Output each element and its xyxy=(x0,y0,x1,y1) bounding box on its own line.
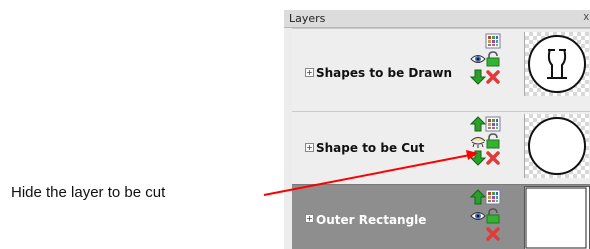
eye-icon[interactable] xyxy=(470,208,486,224)
wine-glasses-shape xyxy=(528,35,586,93)
layer-row-shape-to-be-cut[interactable]: + Shape to be Cut xyxy=(292,111,590,184)
annotation-text: Hide the layer to be cut xyxy=(11,184,166,201)
move-down-icon[interactable] xyxy=(470,150,486,166)
panel-title: Layers xyxy=(289,12,326,25)
color-grid-icon[interactable] xyxy=(485,33,501,49)
delete-icon[interactable] xyxy=(485,150,501,166)
panel-titlebar: Layers x xyxy=(284,10,590,28)
layer-name: Outer Rectangle xyxy=(316,213,427,227)
lock-icon[interactable] xyxy=(485,51,501,67)
delete-icon[interactable] xyxy=(485,226,501,242)
move-down-icon[interactable] xyxy=(470,69,486,85)
layer-row-shapes-to-be-drawn[interactable]: + Shapes to be Drawn xyxy=(292,28,590,111)
layer-name: Shapes to be Drawn xyxy=(316,66,453,80)
close-icon[interactable]: x xyxy=(584,11,590,23)
layer-thumbnail xyxy=(524,32,589,96)
expand-toggle[interactable]: + xyxy=(305,214,314,223)
layer-thumbnail xyxy=(524,186,590,249)
expand-toggle[interactable]: + xyxy=(305,68,314,77)
layer-name: Shape to be Cut xyxy=(316,141,425,155)
color-grid-icon[interactable] xyxy=(485,189,501,205)
color-grid-icon[interactable] xyxy=(485,116,501,132)
layer-row-outer-rectangle[interactable]: + Outer Rectangle xyxy=(292,184,590,249)
eye-icon[interactable] xyxy=(470,51,486,67)
move-up-icon[interactable] xyxy=(470,189,486,205)
layer-thumbnail xyxy=(524,114,589,178)
move-up-icon[interactable] xyxy=(470,116,486,132)
rectangle-shape xyxy=(525,187,587,249)
expand-toggle[interactable]: + xyxy=(305,143,314,152)
eye-closed-icon[interactable] xyxy=(470,133,486,149)
circle-shape xyxy=(528,117,586,175)
delete-icon[interactable] xyxy=(485,69,501,85)
lock-icon[interactable] xyxy=(485,208,501,224)
lock-icon[interactable] xyxy=(485,133,501,149)
layers-panel: Layers x + Shapes to be Drawn + Shape to… xyxy=(284,10,590,249)
